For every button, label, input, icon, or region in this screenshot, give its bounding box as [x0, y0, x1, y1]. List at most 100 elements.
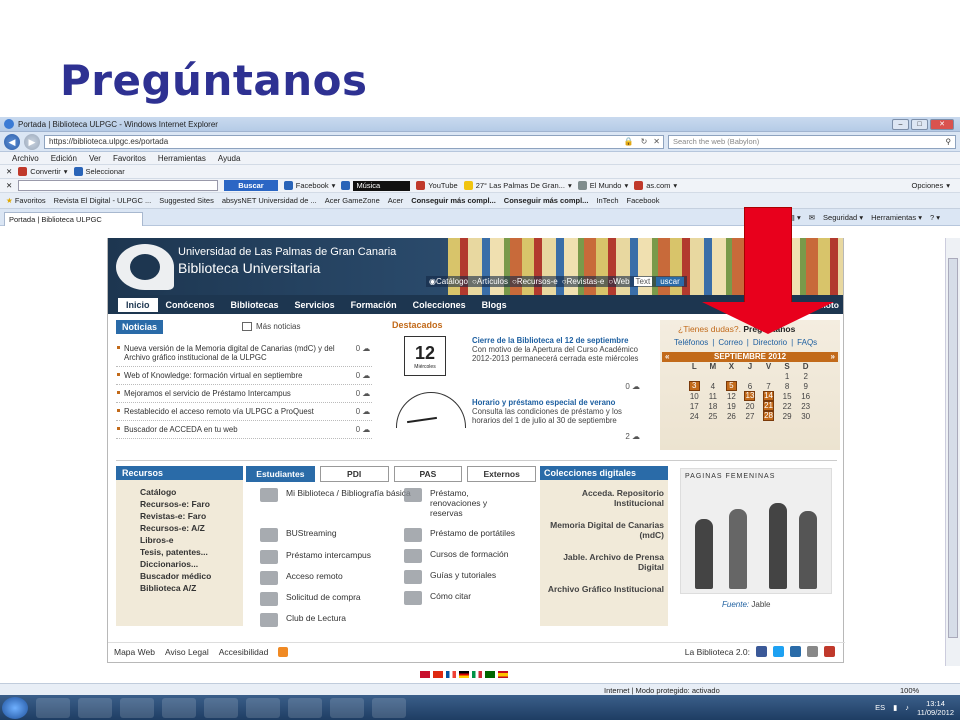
menu-ayuda[interactable]: Ayuda	[218, 154, 241, 163]
calendar-day[interactable]: 2	[796, 372, 815, 382]
back-button[interactable]: ◀	[4, 133, 20, 150]
herramientas-menu[interactable]: Herramientas ▾	[871, 213, 922, 222]
calendar-day[interactable]: 8	[778, 381, 797, 391]
taskbar-app-people[interactable]	[204, 697, 238, 718]
favoritos-button[interactable]: ★ Favoritos	[6, 196, 46, 205]
footer-accesibilidad[interactable]: Accesibilidad	[219, 647, 269, 657]
calendar-day[interactable]: 6	[741, 381, 760, 391]
taskbar-app-pdf[interactable]	[120, 697, 154, 718]
fav-suggested[interactable]: Suggested Sites	[159, 196, 214, 205]
taskbar-app-ie[interactable]	[246, 697, 280, 718]
resource-link[interactable]: Diccionarios...	[140, 558, 243, 570]
radio-recursos-e[interactable]: ○Recursos-e	[512, 277, 558, 286]
taskbar-app-firefox[interactable]	[162, 697, 196, 718]
news-item[interactable]: Buscador de ACCEDA en tu web 0 ☁	[116, 421, 372, 439]
seguridad-menu[interactable]: Seguridad ▾	[823, 213, 863, 222]
resource-link[interactable]: Libros-e	[140, 534, 243, 546]
service-club-lectura[interactable]: Club de Lectura	[260, 613, 426, 627]
calendar-day[interactable]: 19	[722, 401, 741, 411]
calendar-prev[interactable]: «	[665, 352, 669, 362]
collection-archivo-grafico[interactable]: Archivo Gráfico Institucional	[540, 584, 664, 594]
radio-catalogo[interactable]: ◉Catálogo	[429, 277, 468, 286]
fav-acer[interactable]: Acer	[388, 196, 403, 205]
mail-icon[interactable]: ✉	[809, 213, 815, 222]
tab-portada[interactable]: Portada | Biblioteca ULPGC	[4, 211, 143, 226]
flag-icon[interactable]	[420, 671, 430, 678]
faqs-link[interactable]: FAQs	[797, 338, 817, 347]
calendar-day[interactable]: 3	[685, 381, 704, 392]
volume-icon[interactable]: ♪	[905, 703, 909, 712]
nav-servicios[interactable]: Servicios	[287, 298, 343, 312]
calendar-day[interactable]: 15	[778, 391, 797, 401]
calendar-day[interactable]: 9	[796, 381, 815, 391]
calendar-day[interactable]: 25	[704, 411, 723, 421]
nav-bibliotecas[interactable]: Bibliotecas	[223, 298, 287, 312]
calendar-day[interactable]: 1	[778, 372, 797, 382]
fav-acer-gamezone[interactable]: Acer GameZone	[325, 196, 380, 205]
radio-web[interactable]: ○Web	[608, 277, 629, 286]
rss-icon[interactable]	[278, 646, 289, 657]
calendar-day[interactable]: 11	[704, 391, 723, 401]
calendar-day[interactable]: 16	[796, 391, 815, 401]
flag-icon[interactable]	[498, 671, 508, 678]
search-icon[interactable]: ⚲	[946, 137, 956, 146]
featured-image[interactable]: PAGINAS FEMENINAS	[680, 468, 832, 594]
resource-link[interactable]: Recursos-e: A/Z	[140, 522, 243, 534]
calendar-day[interactable]: 27	[741, 411, 760, 421]
taskbar-app-explorer[interactable]	[78, 697, 112, 718]
maximize-button[interactable]: □	[911, 118, 928, 130]
featured-item-summer[interactable]: Horario y préstamo especial de verano Co…	[472, 398, 642, 425]
menu-archivo[interactable]: Archivo	[12, 154, 39, 163]
help-icon[interactable]: ? ▾	[930, 213, 940, 222]
footer-aviso-legal[interactable]: Aviso Legal	[165, 647, 209, 657]
radio-revistas-e[interactable]: ○Revistas-e	[562, 277, 605, 286]
resource-link[interactable]: Recursos-e: Faro	[140, 498, 243, 510]
nav-colecciones[interactable]: Colecciones	[405, 298, 474, 312]
fav-conseguir-1[interactable]: Conseguir más compl...	[411, 196, 496, 205]
flag-icon[interactable]	[433, 671, 443, 678]
menu-favoritos[interactable]: Favoritos	[113, 154, 146, 163]
forward-button[interactable]: ▶	[24, 133, 40, 150]
radio-articulos[interactable]: ○Artículos	[472, 277, 508, 286]
calendar-day[interactable]: 17	[685, 401, 704, 411]
calendar-day[interactable]: 10	[685, 391, 704, 401]
calendar-day[interactable]: 4	[704, 381, 723, 391]
calendar-day[interactable]: 18	[704, 401, 723, 411]
toolbar-close-icon[interactable]: ✕	[6, 167, 12, 176]
resource-link[interactable]: Buscador médico	[140, 570, 243, 582]
resource-link[interactable]: Biblioteca A/Z	[140, 582, 243, 594]
zoom-level[interactable]: 100%	[900, 686, 919, 695]
menu-herramientas[interactable]: Herramientas	[158, 154, 206, 163]
calendar-day[interactable]: 21	[759, 401, 778, 412]
opciones-button[interactable]: Opciones ▾	[912, 181, 960, 190]
calendar-day[interactable]: 26	[722, 411, 741, 421]
tab-estudiantes[interactable]: Estudiantes	[246, 466, 315, 482]
select-button[interactable]: Seleccionar	[73, 167, 125, 176]
flag-icon[interactable]	[472, 671, 482, 678]
fav-revista[interactable]: Revista El Digital - ULPGC ...	[54, 196, 152, 205]
calendar-day[interactable]: 20	[741, 401, 760, 411]
youtube-icon[interactable]	[824, 646, 835, 657]
toolbar2-close-icon[interactable]: ✕	[6, 181, 12, 190]
language-indicator[interactable]: ES	[875, 703, 885, 712]
ulpgc-logo[interactable]	[116, 244, 174, 290]
delicious-icon[interactable]	[790, 646, 801, 657]
menu-edicion[interactable]: Edición	[51, 154, 77, 163]
vertical-scrollbar[interactable]	[945, 238, 960, 666]
facebook-button[interactable]: Facebook ▾	[283, 181, 335, 190]
toolbar-search-input[interactable]	[18, 180, 219, 191]
youtube-button[interactable]: YouTube	[416, 181, 458, 190]
taskbar-app-word[interactable]	[330, 697, 364, 718]
convert-button[interactable]: Convertir ▾	[18, 167, 68, 176]
more-news-link[interactable]: Más noticias	[242, 322, 300, 331]
address-bar[interactable]: https://biblioteca.ulpgc.es/portada 🔒 ↻ …	[44, 134, 664, 149]
nav-conocenos[interactable]: Conócenos	[158, 298, 223, 312]
web-search-box[interactable]: Search the web (Babylon) ⚲	[668, 134, 956, 149]
correo-link[interactable]: Correo	[718, 338, 742, 347]
footer-mapa-web[interactable]: Mapa Web	[114, 647, 155, 657]
calendar-day[interactable]: 14	[759, 391, 778, 402]
taskbar-app-mail[interactable]	[288, 697, 322, 718]
news-item[interactable]: Mejoramos el servicio de Préstamo Interc…	[116, 385, 372, 403]
taskbar-app-media[interactable]	[36, 697, 70, 718]
tab-pas[interactable]: PAS	[393, 466, 463, 482]
